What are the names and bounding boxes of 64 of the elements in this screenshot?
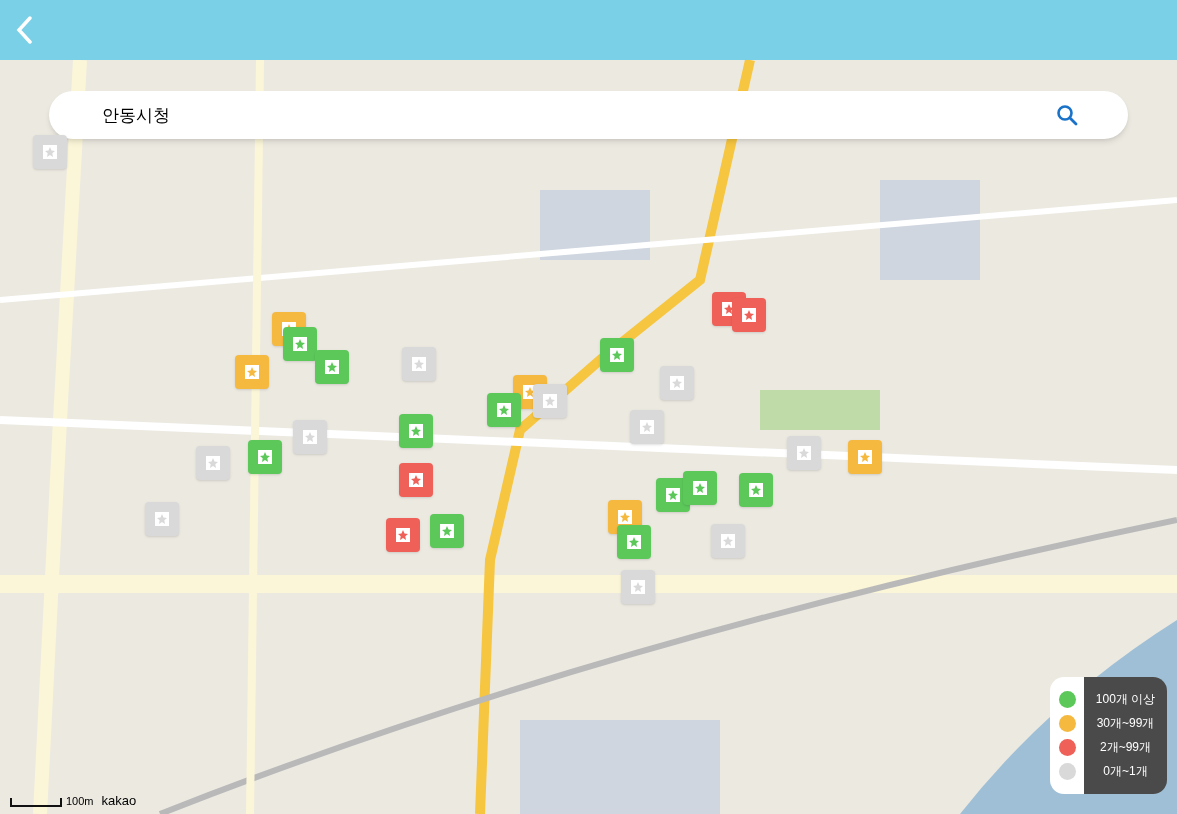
- map-marker[interactable]: [739, 473, 773, 507]
- map-marker[interactable]: [315, 350, 349, 384]
- scale-label: 100m: [66, 796, 94, 807]
- map-marker[interactable]: [283, 327, 317, 361]
- stamp-icon: [407, 422, 425, 440]
- legend-label: 0개~1개: [1103, 763, 1148, 780]
- stamp-icon: [153, 510, 171, 528]
- stamp-icon: [795, 444, 813, 462]
- stamp-icon: [41, 143, 59, 161]
- map-marker[interactable]: [617, 525, 651, 559]
- legend-label: 30개~99개: [1096, 715, 1155, 732]
- stamp-icon: [495, 401, 513, 419]
- stamp-icon: [323, 358, 341, 376]
- map-marker[interactable]: [848, 440, 882, 474]
- stamp-icon: [747, 481, 765, 499]
- map-marker[interactable]: [711, 524, 745, 558]
- stamp-icon: [740, 306, 758, 324]
- stamp-icon: [629, 578, 647, 596]
- map-marker[interactable]: [630, 410, 664, 444]
- map-marker[interactable]: [600, 338, 634, 372]
- map-marker[interactable]: [399, 463, 433, 497]
- attribution-text: kakao: [101, 794, 137, 807]
- map-marker[interactable]: [787, 436, 821, 470]
- stamp-icon: [204, 454, 222, 472]
- map-marker[interactable]: [399, 414, 433, 448]
- stamp-icon: [438, 522, 456, 540]
- map-marker[interactable]: [248, 440, 282, 474]
- scale-bar: [10, 798, 62, 807]
- map-marker[interactable]: [487, 393, 521, 427]
- stamp-icon: [719, 532, 737, 550]
- stamp-icon: [638, 418, 656, 436]
- map-marker[interactable]: [683, 471, 717, 505]
- back-icon: [16, 16, 32, 44]
- stamp-icon: [243, 363, 261, 381]
- map-marker[interactable]: [196, 446, 230, 480]
- stamp-icon: [407, 471, 425, 489]
- map-marker[interactable]: [145, 502, 179, 536]
- map-marker[interactable]: [660, 366, 694, 400]
- stamp-icon: [856, 448, 874, 466]
- legend-label: 2개~99개: [1100, 739, 1151, 756]
- stamp-icon: [541, 392, 559, 410]
- map-marker[interactable]: [621, 570, 655, 604]
- stamp-icon: [664, 486, 682, 504]
- map-marker[interactable]: [533, 384, 567, 418]
- stamp-icon: [301, 428, 319, 446]
- map-marker[interactable]: [235, 355, 269, 389]
- map-marker[interactable]: [386, 518, 420, 552]
- stamp-icon: [625, 533, 643, 551]
- stamp-icon: [256, 448, 274, 466]
- stamp-icon: [668, 374, 686, 392]
- stamp-icon: [616, 508, 634, 526]
- stamp-icon: [394, 526, 412, 544]
- stamp-icon: [291, 335, 309, 353]
- map-marker[interactable]: [293, 420, 327, 454]
- map-marker[interactable]: [430, 514, 464, 548]
- search-icon[interactable]: [1056, 104, 1078, 126]
- map-marker[interactable]: [33, 135, 67, 169]
- map-marker[interactable]: [402, 347, 436, 381]
- stamp-icon: [608, 346, 626, 364]
- legend-label: 100개 이상: [1095, 691, 1156, 708]
- search-field[interactable]: 안동시청: [49, 91, 1128, 139]
- map-marker[interactable]: [732, 298, 766, 332]
- stamp-icon: [691, 479, 709, 497]
- stamp-icon: [410, 355, 428, 373]
